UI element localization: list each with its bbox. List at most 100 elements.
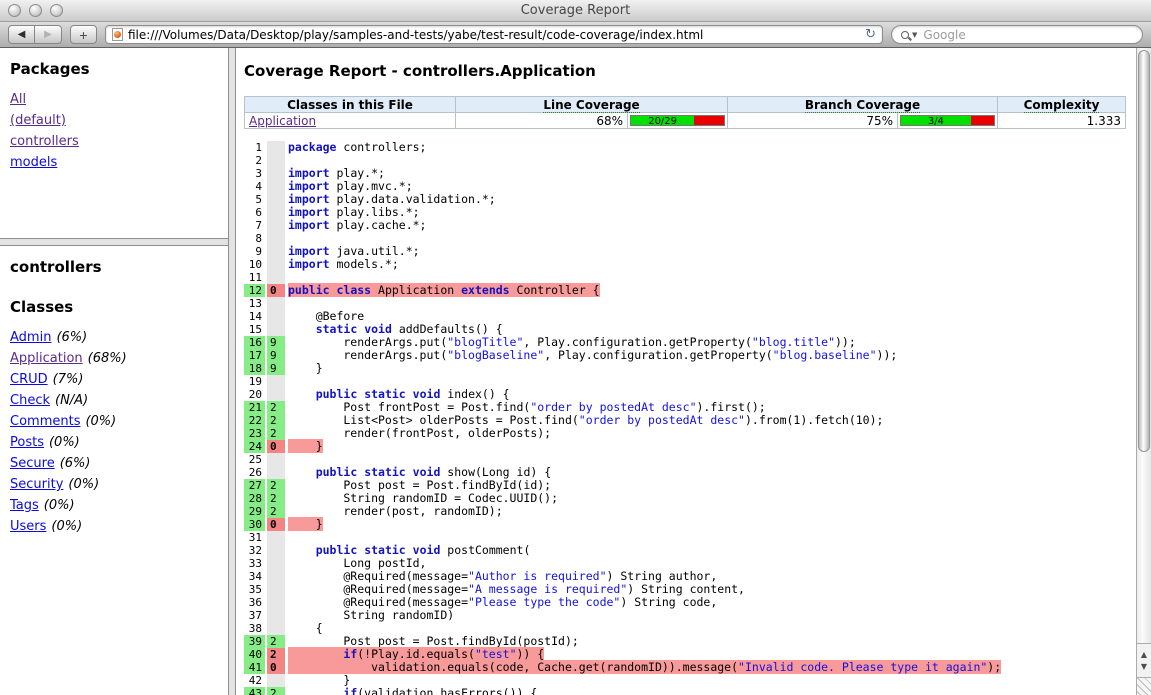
navigation-buttons: ◀ ▶: [8, 25, 62, 44]
line-number: 7: [244, 219, 265, 232]
class-link-application[interactable]: Application: [249, 114, 316, 128]
hit-count: [267, 245, 285, 258]
class-link[interactable]: Tags: [10, 498, 39, 513]
class-coverage-percent: (0%): [49, 435, 80, 450]
list-item: Tags(0%): [10, 497, 218, 514]
line-number: 17: [244, 349, 265, 362]
scroll-down-icon[interactable]: ▼: [1141, 662, 1147, 671]
list-item: CRUD(7%): [10, 371, 218, 388]
hit-count: [267, 297, 285, 310]
class-link[interactable]: Comments: [10, 414, 80, 429]
source-line: 189 }: [244, 362, 1127, 375]
line-number: 5: [244, 193, 265, 206]
hit-count: 2: [267, 427, 285, 440]
line-number: 26: [244, 466, 265, 479]
hit-count: 2: [267, 505, 285, 518]
hit-count: [267, 570, 285, 583]
close-window-button[interactable]: [8, 4, 21, 17]
minimize-window-button[interactable]: [29, 4, 42, 17]
class-link[interactable]: CRUD: [10, 372, 48, 387]
hit-count: [267, 180, 285, 193]
code-text: render(frontPost, olderPosts);: [288, 427, 551, 440]
line-number: 40: [244, 648, 265, 661]
line-number: 16: [244, 336, 265, 349]
scroll-up-icon[interactable]: ▲: [1141, 650, 1147, 659]
search-dropdown-caret-icon[interactable]: ▼: [912, 31, 917, 39]
code-text: }: [288, 440, 323, 453]
class-link[interactable]: Posts: [10, 435, 44, 450]
hit-count: 9: [267, 336, 285, 349]
line-number: 27: [244, 479, 265, 492]
list-item: Admin (6%): [10, 329, 218, 346]
page-title: Coverage Report - controllers.Applicatio…: [244, 62, 1127, 80]
code-text: }: [288, 362, 323, 375]
zoom-window-button[interactable]: [50, 4, 63, 17]
code-text: renderArgs.put("blogBaseline", Play.conf…: [288, 349, 897, 362]
new-tab-button[interactable]: +: [70, 25, 97, 44]
line-number: 36: [244, 596, 265, 609]
class-link[interactable]: Application: [10, 351, 83, 366]
branch-coverage-bar: 3/4: [900, 115, 995, 126]
report-frame: Coverage Report - controllers.Applicatio…: [236, 48, 1151, 695]
scrollbar-thumb[interactable]: [1138, 50, 1150, 452]
packages-list: All (default) controllers models: [10, 91, 218, 171]
code-text: }: [288, 518, 323, 531]
column-header-branch-coverage: Branch Coverage: [728, 97, 998, 113]
list-item: Application(68%): [10, 350, 218, 367]
source-line: 37 String randomID): [244, 609, 1127, 622]
back-button[interactable]: ◀: [8, 25, 35, 44]
class-link[interactable]: Users: [10, 519, 46, 534]
scrollbar-arrows: ▲ ▼: [1136, 643, 1151, 677]
column-header-line-coverage: Line Coverage: [456, 97, 728, 113]
class-link[interactable]: Check: [10, 393, 50, 408]
line-number: 39: [244, 635, 265, 648]
class-link[interactable]: Security: [10, 477, 63, 492]
hit-count: 0: [267, 661, 285, 674]
line-number: 43: [244, 687, 265, 695]
line-number: 32: [244, 544, 265, 557]
class-coverage-percent: (0%): [51, 519, 82, 534]
hit-count: [267, 674, 285, 687]
hit-count: [267, 531, 285, 544]
list-item: Users (0%): [10, 518, 218, 535]
window-titlebar[interactable]: Coverage Report: [0, 0, 1151, 22]
classes-heading: Classes: [10, 298, 218, 316]
package-link[interactable]: models: [10, 155, 57, 170]
hit-count: 2: [267, 414, 285, 427]
hit-count: 0: [267, 518, 285, 531]
source-line: 13: [244, 297, 1127, 310]
hit-count: 9: [267, 349, 285, 362]
hit-count: 0: [267, 284, 285, 297]
packages-frame: Packages All (default) controllers models: [0, 48, 228, 238]
frame-divider-vertical[interactable]: [228, 48, 236, 695]
class-coverage-percent: (N/A): [55, 393, 88, 408]
line-number: 23: [244, 427, 265, 440]
hit-count: [267, 232, 285, 245]
line-number: 19: [244, 375, 265, 388]
packages-heading: Packages: [10, 60, 218, 78]
class-link[interactable]: Secure: [10, 456, 55, 471]
code-text: package controllers;: [288, 141, 426, 154]
line-number: 4: [244, 180, 265, 193]
reload-icon[interactable]: ↻: [865, 28, 876, 41]
vertical-scrollbar[interactable]: [1136, 48, 1151, 659]
classes-list: Admin (6%) Application(68%) CRUD(7%) Check (N…: [10, 329, 218, 535]
class-coverage-percent: (6%): [56, 330, 87, 345]
class-link[interactable]: Admin: [10, 330, 51, 345]
package-link[interactable]: controllers: [10, 134, 79, 149]
code-text: if(validation.hasErrors()) {: [288, 687, 537, 695]
class-coverage-percent: (6%): [60, 456, 91, 471]
line-number: 1: [244, 141, 265, 154]
source-line: 7import play.cache.*;: [244, 219, 1127, 232]
forward-button[interactable]: ▶: [35, 25, 62, 44]
package-link[interactable]: All: [10, 92, 26, 107]
hit-count: [267, 323, 285, 336]
search-field[interactable]: ▼ Google: [891, 25, 1143, 44]
classes-frame: controllers Classes Admin(6%)Application…: [0, 246, 228, 695]
window-resize-grip-icon[interactable]: [1136, 677, 1151, 695]
search-placeholder: Google: [923, 28, 965, 42]
hit-count: [267, 310, 285, 323]
address-bar[interactable]: file:///Volumes/Data/Desktop/play/sample…: [105, 25, 883, 44]
frame-divider-horizontal[interactable]: [0, 238, 228, 246]
package-link[interactable]: (default): [10, 113, 66, 128]
